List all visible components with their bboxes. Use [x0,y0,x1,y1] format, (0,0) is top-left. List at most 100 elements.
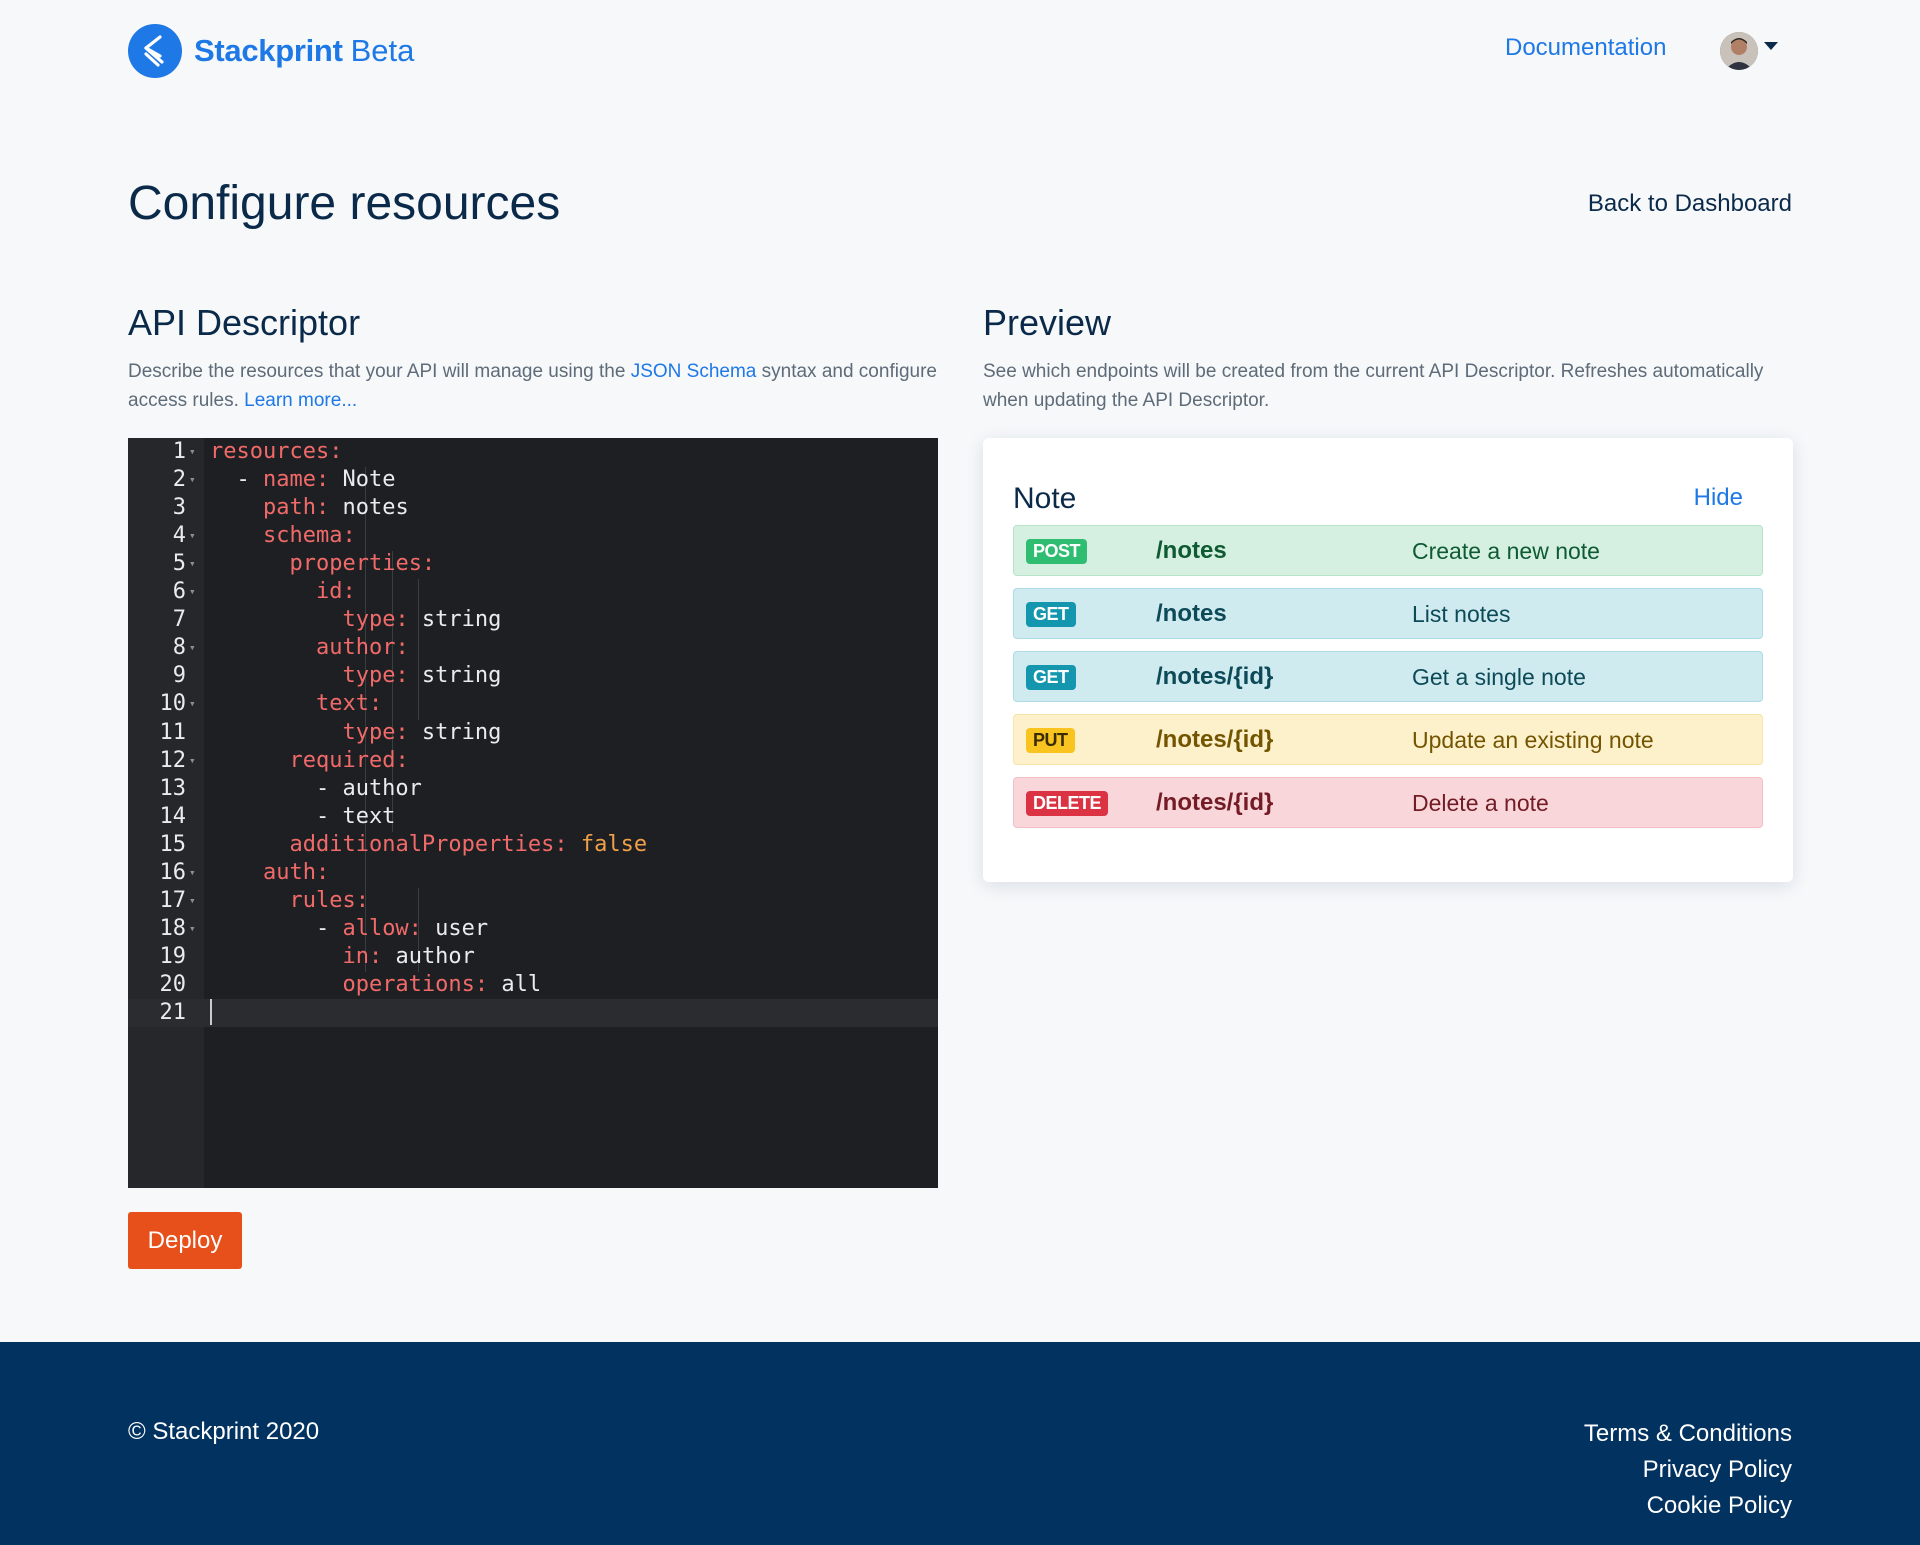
code-line: 5 ▾ properties: [128,550,938,578]
code-line: 13 - author [128,775,938,803]
line-number: 13 [159,775,187,801]
endpoint-row-delete[interactable]: DELETE/notes/{id} Delete a note [1013,777,1763,828]
yaml-value: string [408,719,502,745]
code-line: 12 ▾ required: [128,747,938,775]
yaml-value [210,607,342,632]
preview-card: Note Hide POST/notes Create a new note GET… [983,438,1793,882]
page-title: Configure resources [128,177,561,230]
yaml-value: - [210,467,263,493]
yaml-value: - author [210,775,422,801]
code-text: - allow: user [210,915,488,943]
yaml-key: auth: [262,859,330,885]
endpoint-path: /notes [1156,600,1227,627]
code-line: 1 ▾ resources: [128,438,938,466]
brand-home-link[interactable]: Stackprint Beta [128,23,414,78]
code-line: 4 ▾ schema: [128,522,938,550]
yaml-value: string [408,607,502,633]
http-method-badge: GET [1026,665,1076,690]
code-line: 2 ▾ - name: Note [128,466,938,494]
code-line: 6 ▾ id: [128,578,938,606]
copyright-text: © Stackprint 2020 [128,1418,320,1445]
endpoint-row-get[interactable]: GET/notes/{id} Get a single note [1013,651,1763,702]
fold-toggle-icon[interactable]: ▾ [189,578,199,606]
code-line: 8 ▾ author: [128,634,938,662]
back-to-dashboard-link[interactable]: Back to Dashboard [1588,190,1792,218]
yaml-value [210,551,289,576]
http-method-badge: GET [1026,602,1076,627]
line-number: 21 [159,1000,187,1025]
yaml-key: additionalProperties: [289,831,568,857]
yaml-value [210,523,263,548]
endpoint-description: Get a single note [1412,664,1586,690]
yaml-value: string [408,663,502,689]
privacy-policy-link[interactable]: Privacy Policy [1584,1452,1792,1488]
user-menu-toggle[interactable] [1720,32,1778,70]
code-text: required: [210,747,409,775]
code-line: 11 type: string [128,719,938,747]
chevron-down-icon [1764,42,1778,50]
fold-toggle-icon[interactable]: ▾ [189,550,199,578]
yaml-key: schema: [262,523,356,549]
yaml-value: author [382,943,475,969]
yaml-value [210,495,263,520]
fold-toggle-icon[interactable]: ▾ [189,747,199,775]
yaml-value [210,888,289,913]
code-text: type: string [210,662,501,690]
line-number: 8 [172,635,186,661]
yaml-key: type: [342,607,409,633]
yaml-value [210,579,316,604]
endpoint-description: List notes [1412,601,1511,627]
fold-toggle-icon[interactable]: ▾ [189,522,199,550]
fold-toggle-icon[interactable]: ▾ [189,887,199,915]
learn-more-link[interactable]: Learn more... [244,390,357,411]
http-method-badge: PUT [1026,728,1075,753]
yaml-value [210,720,342,745]
code-text: - author [210,775,422,803]
code-text: properties: [210,550,435,578]
endpoint-path: /notes/{id} [1156,663,1274,690]
code-editor[interactable]: 1 ▾ resources: 2 ▾ - name: Note 3 path: notes… [128,438,938,1188]
fold-toggle-icon[interactable]: ▾ [189,859,199,887]
endpoint-row-post[interactable]: POST/notes Create a new note [1013,525,1763,576]
cookie-policy-link[interactable]: Cookie Policy [1584,1488,1792,1524]
json-schema-link[interactable]: JSON Schema [631,361,757,382]
code-line: 10 ▾ text: [128,690,938,718]
nav-documentation-link[interactable]: Documentation [1505,34,1666,62]
endpoint-row-put[interactable]: PUT/notes/{id} Update an existing note [1013,714,1763,765]
line-number: 11 [159,719,187,745]
code-line: 14 - text [128,803,938,831]
yaml-key: author: [315,635,409,661]
stackprint-logo-icon [128,23,182,78]
yaml-key: required: [289,747,409,773]
code-line: 21 [128,999,938,1027]
line-number: 3 [172,495,186,521]
http-method-badge: DELETE [1026,791,1109,816]
code-text: - name: Note [210,466,395,494]
avatar [1720,32,1758,70]
fold-toggle-icon[interactable]: ▾ [189,438,199,466]
endpoint-row-get[interactable]: GET/notes List notes [1013,588,1763,639]
deploy-button[interactable]: Deploy [128,1212,242,1269]
code-text: author: [210,634,409,662]
endpoint-path: /notes/{id} [1156,789,1274,816]
code-line: 7 type: string [128,606,938,634]
fold-toggle-icon[interactable]: ▾ [189,690,199,718]
fold-toggle-icon[interactable]: ▾ [189,634,199,662]
yaml-boolean: false [567,831,648,857]
yaml-key: operations: [342,971,489,997]
code-line: 16 ▾ auth: [128,859,938,887]
code-text: - text [210,803,395,831]
fold-toggle-icon[interactable]: ▾ [189,915,199,943]
code-text: in: author [210,943,475,971]
endpoint-description: Create a new note [1412,538,1600,564]
hide-resource-link[interactable]: Hide [1694,484,1743,512]
code-text: rules: [210,887,368,915]
endpoint-description: Update an existing note [1412,727,1654,753]
line-number: 10 [159,691,187,717]
fold-toggle-icon[interactable]: ▾ [189,466,199,494]
line-number: 20 [159,971,187,997]
yaml-value: - text [210,803,396,829]
terms-link[interactable]: Terms & Conditions [1584,1416,1792,1452]
code-line: 17 ▾ rules: [128,887,938,915]
http-method-badge: POST [1026,539,1088,564]
